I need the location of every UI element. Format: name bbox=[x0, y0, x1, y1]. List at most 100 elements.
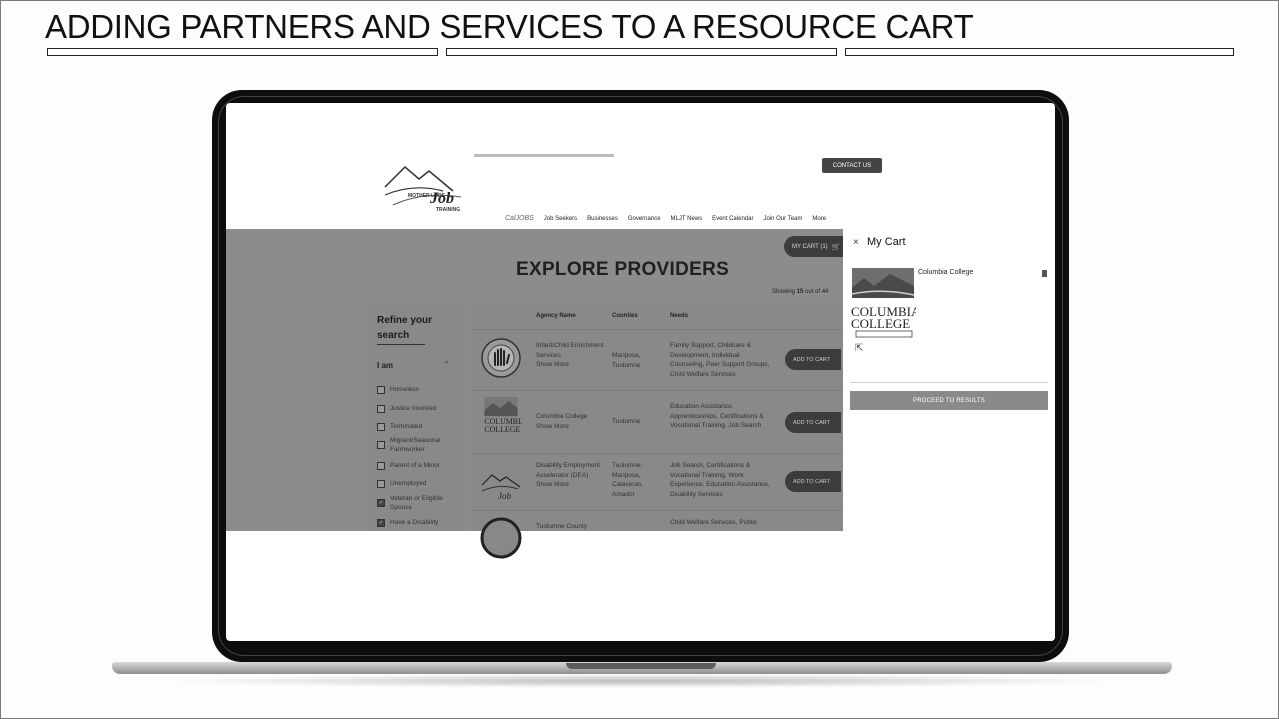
add-to-cart-label: ADD TO CART bbox=[793, 356, 830, 363]
logo-text-main: Job bbox=[430, 190, 454, 207]
add-to-cart-label: ADD TO CART bbox=[793, 419, 830, 426]
column-header-counties: Counties bbox=[612, 313, 638, 319]
laptop-notch bbox=[566, 663, 716, 669]
row-divider bbox=[472, 453, 843, 454]
nav-item-job-seekers[interactable]: Job Seekers bbox=[544, 216, 577, 222]
filter-veteran[interactable]: ✓ Veteran or Eligible Spouse bbox=[377, 494, 459, 512]
agency-name: Infant/Child Enrichment Services bbox=[536, 342, 604, 359]
add-to-cart-button[interactable]: ADD TO CART bbox=[785, 349, 841, 370]
laptop-screen: MOTHER LODE Job TRAINING CONTACT US CalJ… bbox=[226, 103, 1055, 641]
title-underline-segment bbox=[845, 48, 1234, 56]
checkbox[interactable] bbox=[377, 423, 385, 431]
trash-icon[interactable] bbox=[1042, 270, 1047, 277]
add-to-cart-button[interactable]: ADD TO CART bbox=[785, 471, 841, 492]
cart-title: My Cart bbox=[867, 236, 906, 248]
table-cell-needs: Family Support, Childcare & Development,… bbox=[670, 342, 770, 378]
row-divider bbox=[472, 329, 843, 330]
filter-label: Migrant/Seasonal Farmworker bbox=[390, 437, 441, 453]
table-cell-counties: Mariposa, Tuolumne bbox=[612, 352, 641, 369]
svg-text:COLLEGE: COLLEGE bbox=[851, 316, 910, 331]
show-more-link[interactable]: Show More bbox=[536, 481, 569, 488]
main-nav: CalJOBS Job Seekers Businesses Governanc… bbox=[505, 215, 826, 222]
i-am-label[interactable]: I am bbox=[377, 361, 393, 370]
column-header-needs: Needs bbox=[670, 313, 689, 319]
filter-label: Parent of a Minor bbox=[390, 462, 440, 469]
filter-label: Homeless bbox=[390, 386, 419, 393]
cart-item-name: Columbia College bbox=[918, 269, 974, 276]
results-count: Showing 15 out of 44 bbox=[772, 289, 828, 295]
add-to-cart-label: ADD TO CART bbox=[793, 478, 830, 485]
laptop-shadow bbox=[160, 674, 1120, 688]
refine-title: Refine your search bbox=[377, 315, 433, 341]
site-header: MOTHER LODE Job TRAINING CONTACT US CalJ… bbox=[226, 153, 1055, 231]
columbia-college-logo-icon: COLUMBIA COLLEGE bbox=[851, 268, 916, 338]
close-icon[interactable]: × bbox=[853, 237, 859, 248]
agency-name: Columbia College bbox=[536, 413, 588, 420]
columbia-college-logo-icon: COLUMBIA COLLEGE bbox=[484, 396, 522, 434]
results-count-suffix: out of 44 bbox=[803, 289, 829, 295]
checkbox-checked[interactable]: ✓ bbox=[377, 499, 385, 507]
ices-logo-icon bbox=[481, 338, 521, 378]
header-info-line bbox=[474, 154, 614, 157]
checkbox[interactable] bbox=[377, 480, 385, 488]
filter-justice-involved[interactable]: Justice Involved bbox=[377, 404, 459, 413]
nav-item-event-calendar[interactable]: Event Calendar bbox=[712, 216, 753, 222]
slide-title: ADDING PARTNERS AND SERVICES TO A RESOUR… bbox=[45, 8, 974, 45]
table-cell-needs: Education Assistance, Apprenticeships, C… bbox=[670, 403, 764, 429]
row-divider bbox=[472, 390, 843, 391]
agency-name: Disability Employment Accelerator (DEA) bbox=[536, 462, 600, 479]
title-underline-segment bbox=[47, 48, 438, 56]
checkbox[interactable] bbox=[377, 405, 385, 413]
nav-item-more[interactable]: More bbox=[812, 216, 826, 222]
chevron-up-icon[interactable]: ^ bbox=[445, 361, 448, 368]
mouse-cursor-icon: ⇱ bbox=[855, 343, 864, 354]
nav-item-businesses[interactable]: Businesses bbox=[587, 216, 618, 222]
filter-label: Veteran or Eligible Spouse bbox=[390, 495, 443, 511]
svg-text:COLLEGE: COLLEGE bbox=[484, 425, 520, 434]
column-header-agency: Agency Name bbox=[536, 313, 576, 319]
row-divider bbox=[472, 510, 843, 511]
filter-migrant-farmworker[interactable]: Migrant/Seasonal Farmworker bbox=[377, 436, 459, 454]
nav-item-governance[interactable]: Governance bbox=[628, 216, 661, 222]
logo-text-bottom: TRAINING bbox=[436, 207, 461, 213]
table-cell-counties: Tuolumne, Mariposa, Calaveras, Amador bbox=[612, 462, 644, 498]
mother-lode-logo-icon: Job bbox=[481, 474, 521, 501]
cart-icon: 🛒 bbox=[831, 243, 841, 251]
filter-homeless[interactable]: Homeless bbox=[377, 385, 459, 394]
table-cell-agency: Disability Employment Accelerator (DEA) S… bbox=[536, 461, 606, 490]
table-cell-needs: Child Welfare Services, Public bbox=[670, 519, 757, 526]
checkbox[interactable] bbox=[377, 441, 385, 449]
refine-divider bbox=[377, 344, 425, 345]
proceed-to-results-button[interactable]: PROCEED TO RESULTS bbox=[850, 391, 1048, 410]
table-cell-agency: Infant/Child Enrichment Services Show Mor… bbox=[536, 341, 606, 370]
table-cell-needs: Job Search, Certifications & Vocational … bbox=[670, 462, 770, 498]
filter-label: Have a Disability bbox=[390, 519, 439, 526]
show-more-link[interactable]: Show More bbox=[536, 361, 569, 368]
filter-label: Unemployed bbox=[390, 480, 427, 487]
page-title: EXPLORE PROVIDERS bbox=[516, 259, 730, 280]
filter-label: Terminated bbox=[390, 423, 423, 430]
table-cell-counties: Tuolumne bbox=[612, 418, 641, 425]
svg-text:Job: Job bbox=[498, 491, 511, 501]
filter-disability[interactable]: ✓ Have a Disability bbox=[377, 518, 459, 527]
contact-us-button[interactable]: CONTACT US bbox=[822, 158, 882, 173]
nav-item-news[interactable]: MLJT News bbox=[671, 216, 703, 222]
cart-divider bbox=[850, 382, 1048, 383]
checkbox-checked[interactable]: ✓ bbox=[377, 519, 385, 527]
nav-item-caljobs[interactable]: CalJOBS bbox=[505, 215, 534, 222]
filter-parent-of-minor[interactable]: Parent of a Minor bbox=[377, 461, 459, 470]
filter-unemployed[interactable]: Unemployed bbox=[377, 479, 459, 488]
my-cart-button[interactable]: MY CART (1) 🛒 bbox=[784, 236, 846, 257]
results-count-prefix: Showing bbox=[772, 289, 797, 295]
checkbox[interactable] bbox=[377, 386, 385, 394]
table-cell-agency: Tuolumne County bbox=[536, 523, 588, 530]
title-underline-segment bbox=[446, 48, 837, 56]
add-to-cart-button[interactable]: ADD TO CART bbox=[785, 412, 841, 433]
my-cart-label: MY CART (1) bbox=[792, 243, 828, 250]
nav-item-join-team[interactable]: Join Our Team bbox=[763, 216, 802, 222]
show-more-link[interactable]: Show More bbox=[536, 423, 569, 430]
checkbox[interactable] bbox=[377, 462, 385, 470]
filter-label: Justice Involved bbox=[390, 405, 437, 412]
tuolumne-county-seal-icon bbox=[480, 517, 522, 559]
filter-terminated[interactable]: Terminated bbox=[377, 422, 459, 431]
